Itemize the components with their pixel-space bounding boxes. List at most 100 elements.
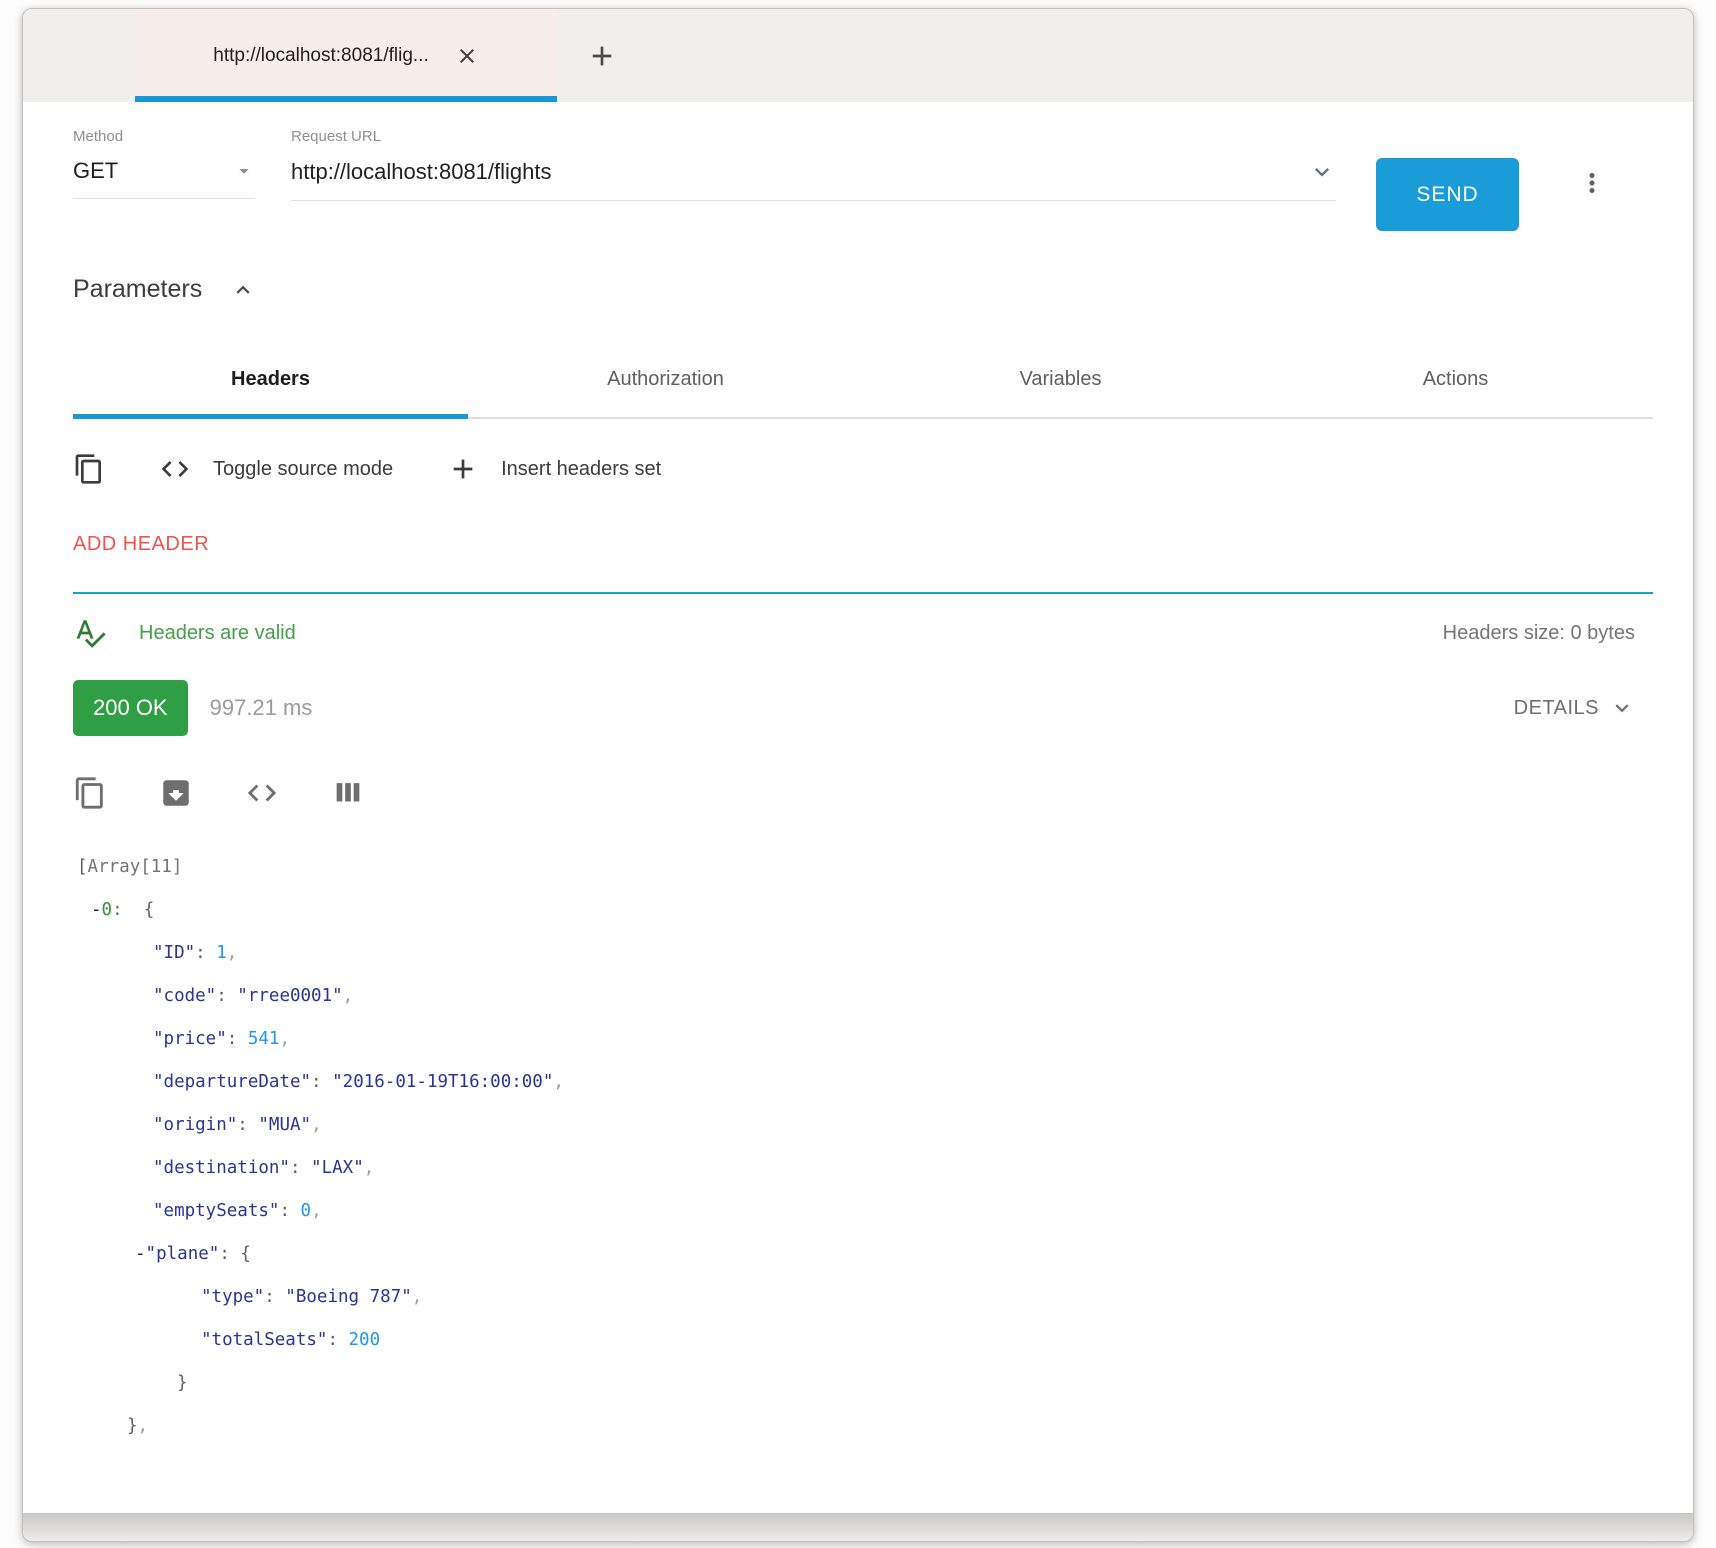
json-line: "destination": "LAX", [73,1147,1653,1190]
method-value: GET [73,158,118,184]
request-tab-title: http://localhost:8081/flig... [213,45,428,67]
response-json-viewer: [Array[11]-0: {"ID": 1,"code": "rree0001… [73,846,1653,1448]
json-token-c: , [311,1115,322,1135]
copy-response-icon[interactable] [73,776,107,810]
new-tab-button[interactable] [557,9,647,102]
window-bottom-shadow [23,1513,1693,1541]
insert-headers-set-button[interactable]: Insert headers set [447,453,661,485]
headers-valid-message: Headers are valid [139,622,296,645]
details-label: DETAILS [1514,697,1599,720]
json-line: "code": "rree0001", [73,975,1653,1018]
json-token-p: : [237,1115,258,1135]
request-editor: Method GET Request URL http://localhost:… [73,128,1653,231]
toggle-source-mode-label: Toggle source mode [213,458,393,481]
json-token-c: , [311,1201,322,1221]
json-token-n: 1 [216,943,227,963]
json-line: "price": 541, [73,1018,1653,1061]
json-token-c: , [227,943,238,963]
json-token-k: "plane" [146,1244,220,1264]
json-token-k: "origin" [153,1115,237,1135]
parameters-title: Parameters [73,275,202,304]
method-select[interactable]: Method GET [73,128,255,199]
json-token-meta: Array[11] [88,857,183,877]
json-token-p: : [216,986,237,1006]
main-content: Method GET Request URL http://localhost:… [23,102,1693,1513]
send-button[interactable]: SEND [1376,158,1519,231]
close-tab-icon[interactable] [455,44,479,68]
url-label: Request URL [291,128,1336,145]
details-button[interactable]: DETAILS [1514,695,1635,721]
response-toolbar [73,776,1653,810]
json-token-s: "2016-01-19T16:00:00" [332,1072,553,1092]
json-line: "type": "Boeing 787", [73,1276,1653,1319]
tab-variables[interactable]: Variables [863,346,1258,417]
url-expand-icon[interactable] [1308,158,1336,186]
section-divider [73,592,1653,594]
json-token-k: "departureDate" [153,1072,311,1092]
insert-headers-set-label: Insert headers set [501,458,661,481]
json-token-k: "emptySeats" [153,1201,279,1221]
json-token-p: : [327,1330,348,1350]
json-token-p: : [227,1029,248,1049]
method-dropdown-icon[interactable] [233,160,255,182]
json-line: -0: { [73,889,1653,932]
json-token-c: , [364,1158,375,1178]
parameters-toggle[interactable]: Parameters [73,275,1653,304]
json-token-p: : [311,1072,332,1092]
json-token-p: : [279,1201,300,1221]
headers-toolbar: Toggle source mode Insert headers set [73,453,1653,485]
json-token-c: , [412,1287,423,1307]
json-token-s: "rree0001" [237,986,342,1006]
save-response-icon[interactable] [159,776,193,810]
tab-authorization[interactable]: Authorization [468,346,863,417]
json-token-n: 0 [301,1201,312,1221]
json-token-p: : [264,1287,285,1307]
json-token-p: { [240,1244,251,1264]
json-token-p: : [290,1158,311,1178]
json-token-k: "ID" [153,943,195,963]
json-token-p: [ [77,857,88,877]
json-line: "ID": 1, [73,932,1653,975]
json-token-p: { [123,900,155,920]
json-token-k: "code" [153,986,216,1006]
columns-view-icon[interactable] [331,776,365,810]
json-token-p: } [127,1416,138,1436]
json-token-p: } [177,1373,188,1393]
response-time: 997.21 ms [210,695,313,721]
json-token-c: , [553,1072,564,1092]
chevron-up-icon [230,277,256,303]
status-badge: 200 OK [73,680,188,736]
chevron-down-icon [1609,695,1635,721]
headers-validation-row: Headers are valid Headers size: 0 bytes [73,616,1653,650]
source-view-icon[interactable] [245,776,279,810]
json-token-k: "type" [201,1287,264,1307]
plus-icon [447,453,479,485]
json-token-k: "totalSeats" [201,1330,327,1350]
url-input[interactable]: Request URL http://localhost:8081/flight… [291,128,1336,201]
request-tab[interactable]: http://localhost:8081/flig... [135,9,557,102]
response-status-row: 200 OK 997.21 ms DETAILS [73,680,1653,736]
method-label: Method [73,128,255,145]
tab-actions[interactable]: Actions [1258,346,1653,417]
code-icon [159,453,191,485]
json-token-c: , [279,1029,290,1049]
copy-icon[interactable] [73,453,105,485]
toggle-source-mode-button[interactable]: Toggle source mode [159,453,393,485]
tab-headers[interactable]: Headers [73,346,468,417]
collapse-toggle[interactable]: - [135,1244,146,1264]
parameter-tabs: Headers Authorization Variables Actions [73,346,1653,419]
json-token-s: "MUA" [258,1115,311,1135]
json-line: "origin": "MUA", [73,1104,1653,1147]
json-line: -"plane": { [73,1233,1653,1276]
url-value: http://localhost:8081/flights [291,159,552,185]
json-token-s: "LAX" [311,1158,364,1178]
more-options-icon[interactable] [1577,168,1607,198]
add-header-button[interactable]: ADD HEADER [73,533,209,556]
json-token-c: , [138,1416,149,1436]
json-token-idx: 0: [102,900,123,920]
plus-icon [586,40,618,72]
json-token-k: "destination" [153,1158,290,1178]
collapse-toggle[interactable]: - [91,900,102,920]
json-token-n: 200 [349,1330,381,1350]
json-line: } [73,1362,1653,1405]
